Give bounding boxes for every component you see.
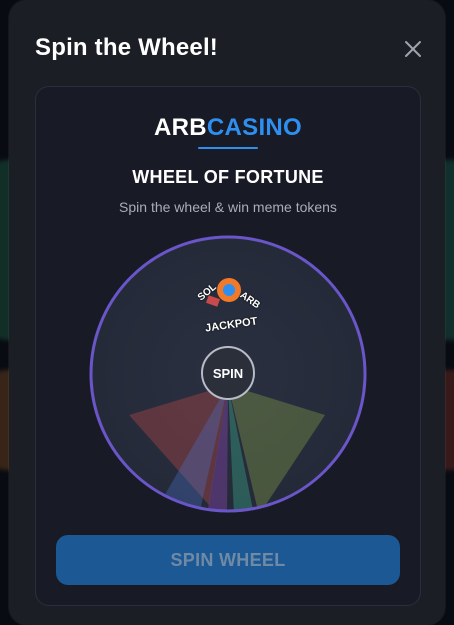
spin-wheel-modal: Spin the Wheel! ARBCASINO WHEEL OF FORTU… [9, 0, 445, 625]
close-icon [405, 41, 421, 57]
fortune-wheel[interactable]: JACKPOT SOL ARB SPIN [89, 235, 367, 513]
spin-wheel-button[interactable]: SPIN WHEEL [56, 535, 400, 585]
modal-title: Spin the Wheel! [35, 34, 218, 61]
brand-name-part1: ARB [153, 114, 207, 141]
wheel-subheading: Spin the wheel & win meme tokens [119, 199, 337, 215]
wheel-spin-center-button[interactable]: SPIN [201, 346, 255, 400]
brand-logo: ARBCASINO [36, 114, 420, 142]
brand-underline [198, 147, 258, 149]
wheel-heading: WHEEL OF FORTUNE [132, 167, 324, 187]
wheel-card: ARBCASINO WHEEL OF FORTUNE Spin the whee… [35, 86, 421, 606]
close-button[interactable] [401, 37, 425, 61]
brand-name-part2: CASINO [206, 114, 303, 141]
